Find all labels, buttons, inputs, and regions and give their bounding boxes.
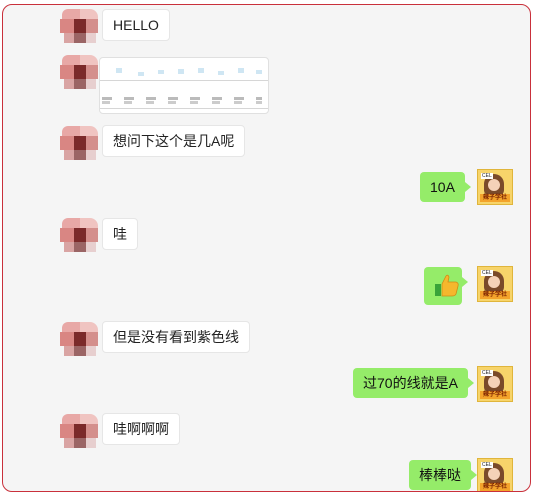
my-message-bubble[interactable]: 棒棒哒 [409, 460, 477, 490]
contact-avatar[interactable] [60, 126, 98, 160]
thumbs-up-icon [435, 274, 459, 297]
avatar-label: 辣子学社 [480, 391, 510, 399]
chat-window: HELLO 想问下这个是几A呢 10A CEL 辣子学社 哇 CEL 辣子学社 … [2, 4, 531, 492]
avatar-tag: CEL [481, 173, 493, 179]
avatar-label: 辣子学社 [480, 194, 510, 202]
my-message-bubble[interactable]: 过70的线就是A [353, 368, 474, 398]
contact-avatar[interactable] [60, 414, 98, 448]
my-message-bubble[interactable]: 10A [420, 172, 471, 202]
message-bubble[interactable]: 哇 [102, 218, 138, 250]
contact-avatar[interactable] [60, 322, 98, 356]
message-bubble[interactable]: 但是没有看到紫色线 [102, 321, 250, 353]
contact-avatar[interactable] [60, 9, 98, 43]
message-bubble[interactable]: 想问下这个是几A呢 [102, 125, 246, 157]
message-bubble[interactable]: HELLO [102, 9, 170, 41]
image-message[interactable] [99, 57, 269, 114]
my-avatar[interactable]: CEL 辣子学社 [477, 458, 513, 491]
avatar-tag: CEL [481, 270, 493, 276]
avatar-tag: CEL [481, 462, 493, 468]
avatar-tag: CEL [481, 370, 493, 376]
contact-avatar[interactable] [60, 218, 98, 252]
my-avatar[interactable]: CEL 辣子学社 [477, 169, 513, 205]
my-avatar[interactable]: CEL 辣子学社 [477, 366, 513, 402]
contact-avatar[interactable] [60, 55, 98, 89]
avatar-label: 辣子学社 [480, 291, 510, 299]
my-avatar[interactable]: CEL 辣子学社 [477, 266, 513, 302]
avatar-label: 辣子学社 [480, 483, 510, 491]
message-bubble[interactable]: 哇啊啊啊 [102, 413, 180, 445]
